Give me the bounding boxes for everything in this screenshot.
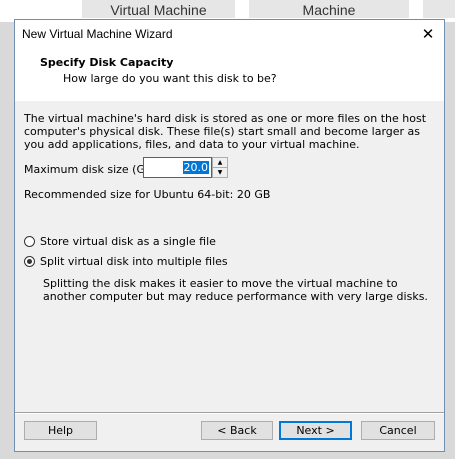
footer-divider-highlight — [15, 413, 444, 414]
disk-size-stepper[interactable]: 20.0 ▲ ▼ — [143, 157, 228, 178]
disk-size-input[interactable]: 20.0 — [143, 157, 212, 178]
close-icon[interactable]: ✕ — [412, 20, 444, 48]
page-title: Specify Disk Capacity — [40, 56, 174, 69]
radio-selected-icon[interactable] — [24, 256, 35, 267]
page-subtitle: How large do you want this disk to be? — [63, 72, 277, 85]
wizard-header: Specify Disk Capacity How large do you w… — [15, 48, 444, 101]
radio-dot-icon — [27, 259, 32, 264]
background-tab-machine[interactable]: Machine — [249, 0, 409, 18]
back-button[interactable]: < Back — [201, 421, 273, 440]
next-button[interactable]: Next > — [279, 421, 352, 440]
stepper-up-icon[interactable]: ▲ — [213, 158, 227, 168]
title-bar: New Virtual Machine Wizard ✕ — [15, 20, 444, 48]
stepper-buttons: ▲ ▼ — [212, 157, 228, 178]
disk-size-value[interactable]: 20.0 — [182, 161, 209, 174]
radio-single-file-label[interactable]: Store virtual disk as a single file — [40, 235, 216, 249]
disk-size-label: Maximum disk size (GB): — [24, 163, 161, 176]
cancel-button[interactable]: Cancel — [361, 421, 435, 440]
background-tab-virtual-machine[interactable]: Virtual Machine — [82, 0, 235, 18]
stepper-down-icon[interactable]: ▼ — [213, 168, 227, 177]
new-vm-wizard-dialog: New Virtual Machine Wizard ✕ Specify Dis… — [14, 19, 445, 452]
radio-unselected-icon[interactable] — [24, 236, 35, 247]
recommended-size-text: Recommended size for Ubuntu 64-bit: 20 G… — [24, 188, 271, 201]
window-title: New Virtual Machine Wizard — [22, 27, 173, 41]
disk-description: The virtual machine's hard disk is store… — [24, 112, 427, 151]
header-divider — [15, 100, 444, 101]
split-description: Splitting the disk makes it easier to mo… — [43, 277, 428, 303]
help-button[interactable]: Help — [24, 421, 97, 440]
radio-multiple-files-label[interactable]: Split virtual disk into multiple files — [40, 255, 228, 269]
background-tab-partial[interactable] — [423, 0, 455, 18]
